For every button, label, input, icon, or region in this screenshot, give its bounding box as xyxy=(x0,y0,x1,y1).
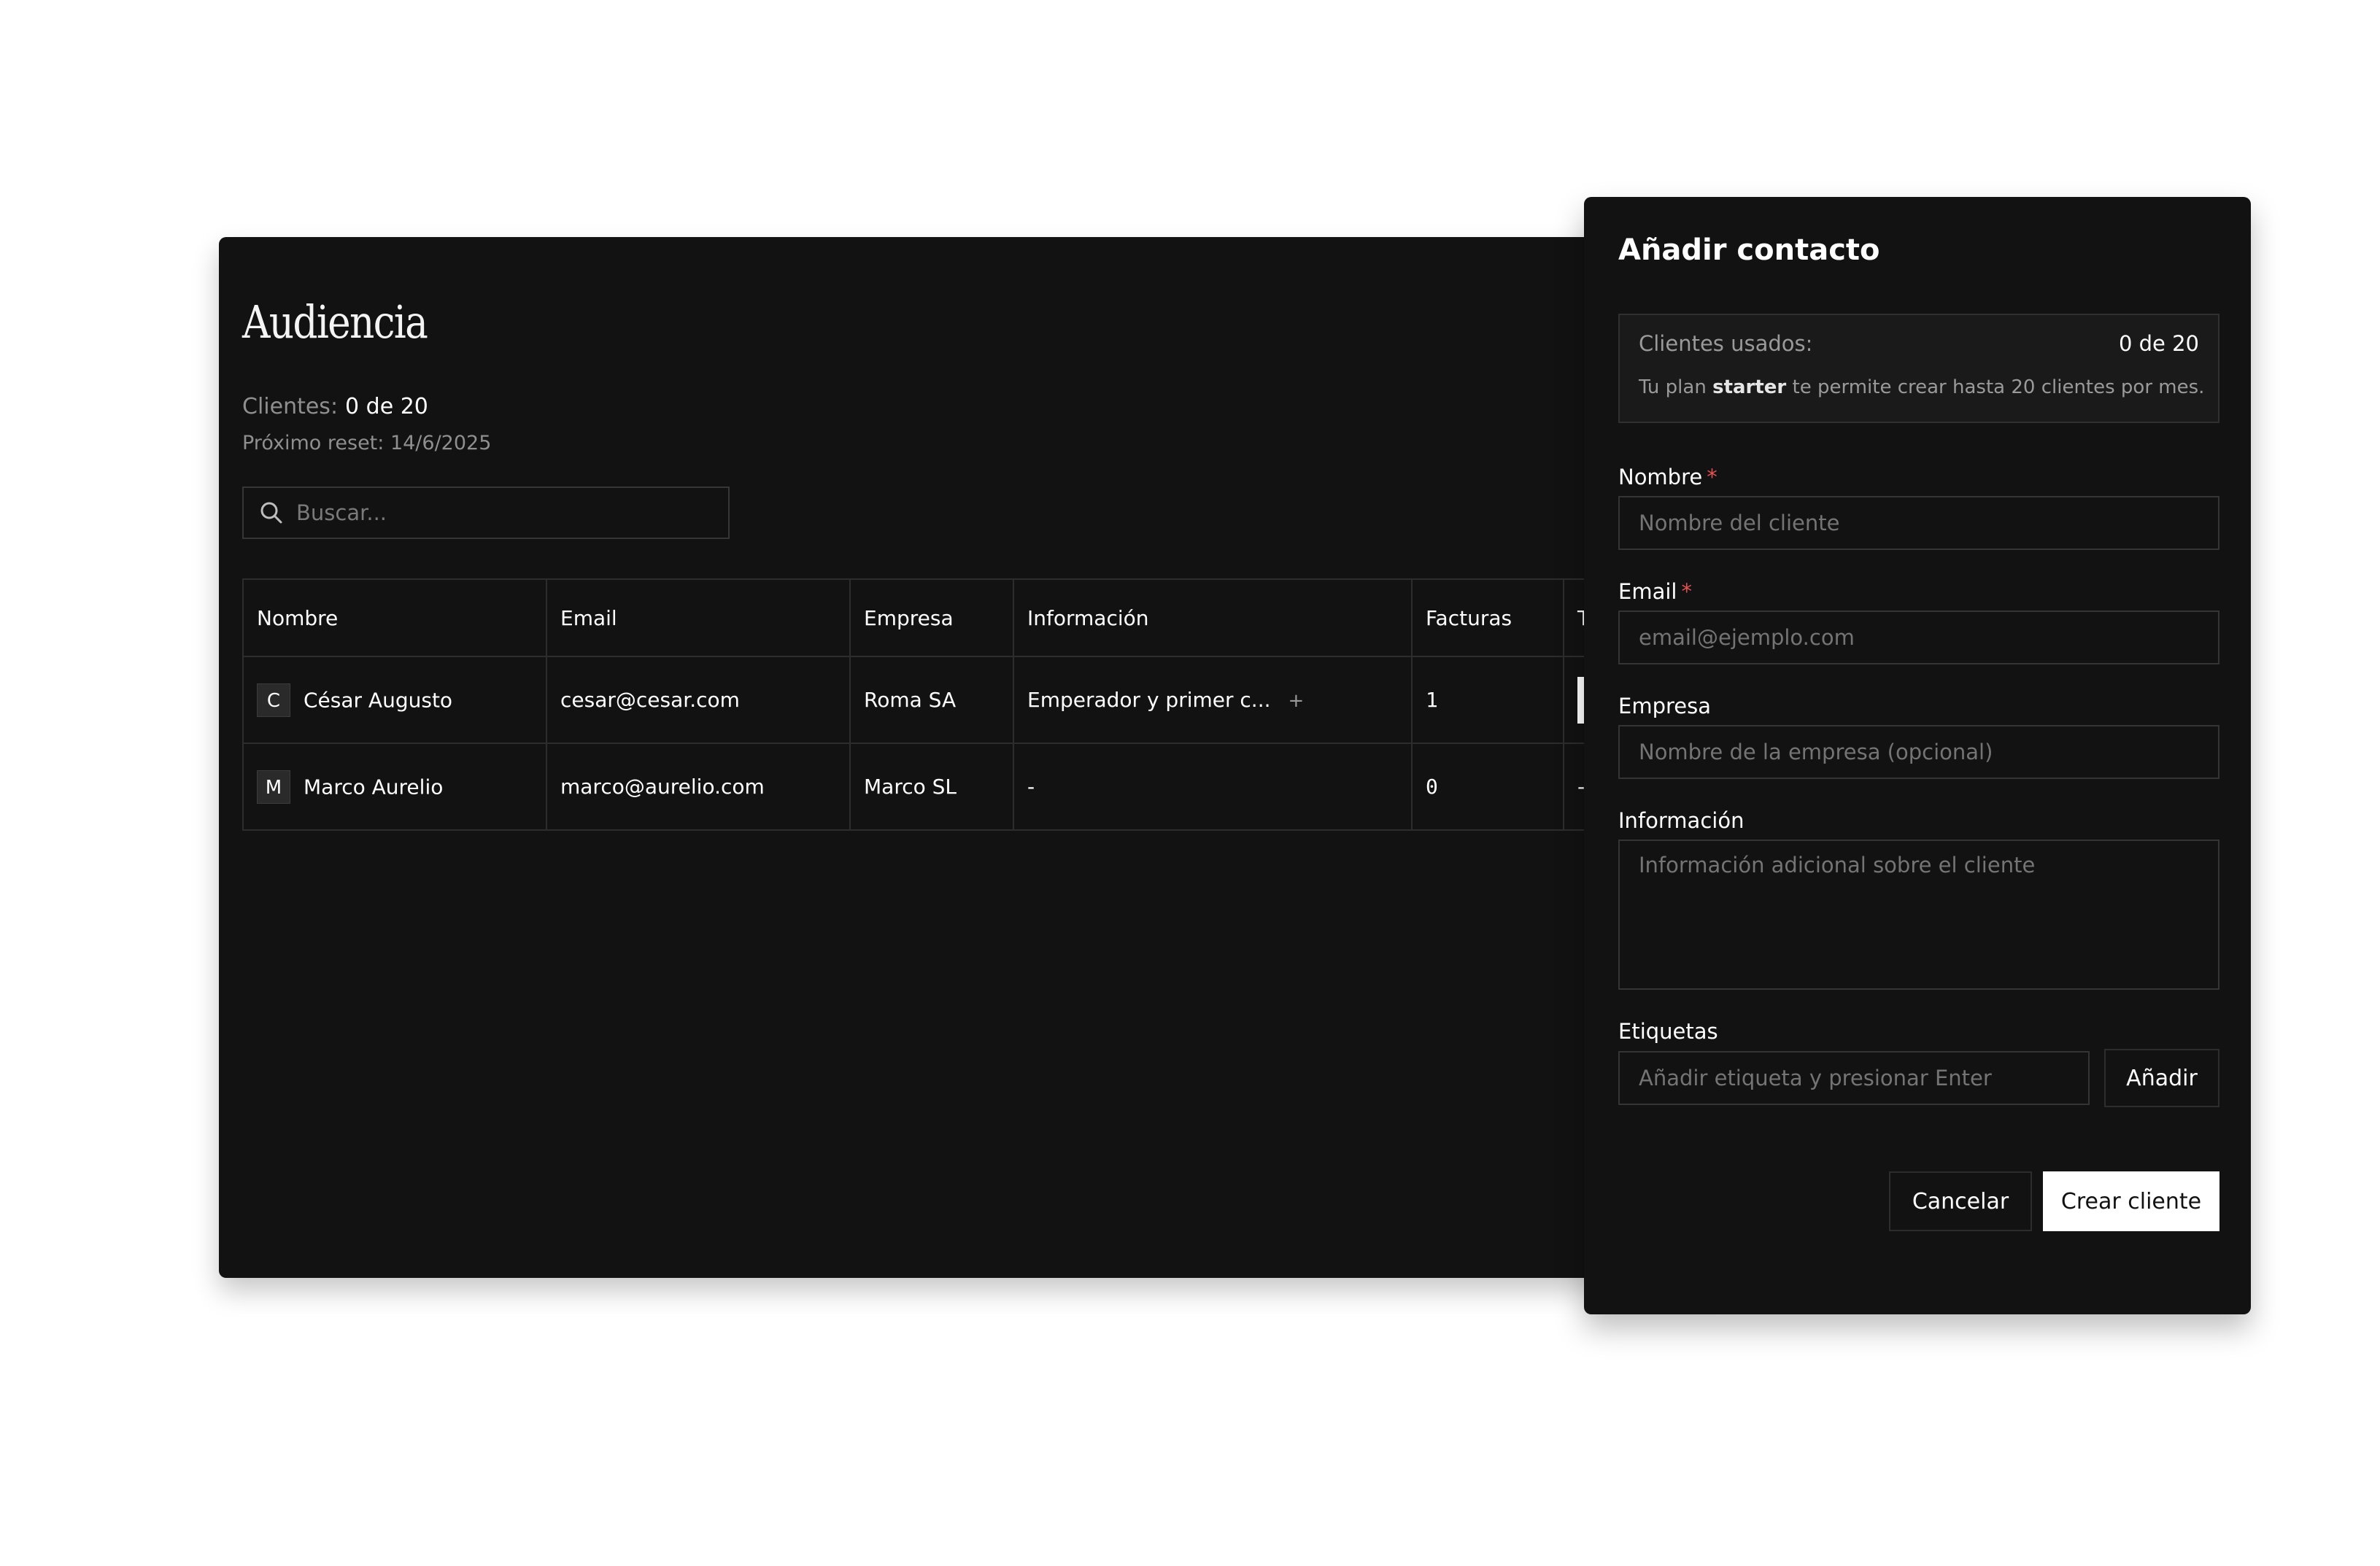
cell-company: Marco SL xyxy=(849,743,1014,831)
usage-value: 0 de 20 xyxy=(2118,331,2199,356)
usage-note-prefix: Tu plan xyxy=(1639,376,1713,398)
clients-table: Nombre Email Empresa Información Factura… xyxy=(242,578,1710,831)
modal-title: Añadir contacto xyxy=(1618,233,1880,267)
cell-info: - xyxy=(1013,743,1413,831)
client-name: Marco Aurelio xyxy=(304,775,444,799)
required-mark: * xyxy=(1707,465,1718,489)
cell-email: cesar@cesar.com xyxy=(546,656,851,744)
tags-label: Etiquetas xyxy=(1618,1019,1718,1044)
avatar: C xyxy=(257,683,290,717)
page-title: Audiencia xyxy=(242,295,428,349)
clients-table-wrap: Nombre Email Empresa Información Factura… xyxy=(242,578,1722,831)
avatar: M xyxy=(257,770,290,804)
cell-name: C César Augusto xyxy=(242,656,547,744)
table-header-row: Nombre Email Empresa Información Factura… xyxy=(242,578,1710,657)
info-text: Emperador y primer c... xyxy=(1027,688,1271,712)
add-contact-modal: Añadir contacto Clientes usados: 0 de 20… xyxy=(1584,197,2251,1314)
column-header-email[interactable]: Email xyxy=(546,578,851,657)
name-input[interactable] xyxy=(1618,496,2219,550)
usage-note-suffix: te permite crear hasta 20 clientes por m… xyxy=(1786,376,2205,398)
column-header-company[interactable]: Empresa xyxy=(849,578,1014,657)
name-label: Nombre * xyxy=(1618,465,1718,489)
info-textarea[interactable] xyxy=(1618,840,2219,990)
stage: Audiencia Clientes: 0 de 20 Próximo reset… xyxy=(0,0,2380,1566)
usage-box: Clientes usados: 0 de 20 Tu plan starter… xyxy=(1618,314,2219,423)
usage-note: Tu plan starter te permite crear hasta 2… xyxy=(1639,376,2204,398)
clients-counter: Clientes: 0 de 20 xyxy=(242,394,428,419)
tags-input[interactable] xyxy=(1618,1051,2090,1105)
email-label: Email * xyxy=(1618,579,1692,604)
expand-info-button[interactable]: + xyxy=(1288,690,1305,712)
next-reset-text: Próximo reset: 14/6/2025 xyxy=(242,432,492,454)
audience-panel: Audiencia Clientes: 0 de 20 Próximo reset… xyxy=(219,237,1722,1278)
cell-invoices: 0 xyxy=(1411,743,1564,831)
add-tag-button[interactable]: Añadir xyxy=(2104,1049,2219,1107)
cell-info: Emperador y primer c... + xyxy=(1013,656,1413,744)
column-header-invoices[interactable]: Facturas xyxy=(1411,578,1564,657)
client-name: César Augusto xyxy=(304,688,453,712)
plan-name: starter xyxy=(1712,376,1787,398)
name-label-text: Nombre xyxy=(1618,465,1703,489)
info-label: Información xyxy=(1618,808,1745,833)
cell-name: M Marco Aurelio xyxy=(242,743,547,831)
cell-email: marco@aurelio.com xyxy=(546,743,851,831)
cell-company: Roma SA xyxy=(849,656,1014,744)
cell-invoices: 1 xyxy=(1411,656,1564,744)
clients-counter-value: 0 de 20 xyxy=(345,394,428,419)
create-client-button[interactable]: Crear cliente xyxy=(2043,1171,2219,1231)
usage-label: Clientes usados: xyxy=(1639,331,1813,356)
company-input[interactable] xyxy=(1618,725,2219,779)
email-input[interactable] xyxy=(1618,610,2219,664)
search-icon xyxy=(255,497,287,529)
clients-counter-label: Clientes: xyxy=(242,394,339,419)
cancel-button[interactable]: Cancelar xyxy=(1889,1171,2032,1231)
column-header-info[interactable]: Información xyxy=(1013,578,1413,657)
email-label-text: Email xyxy=(1618,579,1677,604)
table-row[interactable]: M Marco Aurelio marco@aurelio.com Marco S… xyxy=(242,743,1710,831)
search-input[interactable] xyxy=(287,487,728,538)
required-mark: * xyxy=(1681,579,1692,604)
company-label: Empresa xyxy=(1618,694,1711,718)
column-header-name[interactable]: Nombre xyxy=(242,578,547,657)
search-box xyxy=(242,487,730,539)
table-row[interactable]: C César Augusto cesar@cesar.com Roma SA E… xyxy=(242,656,1710,744)
